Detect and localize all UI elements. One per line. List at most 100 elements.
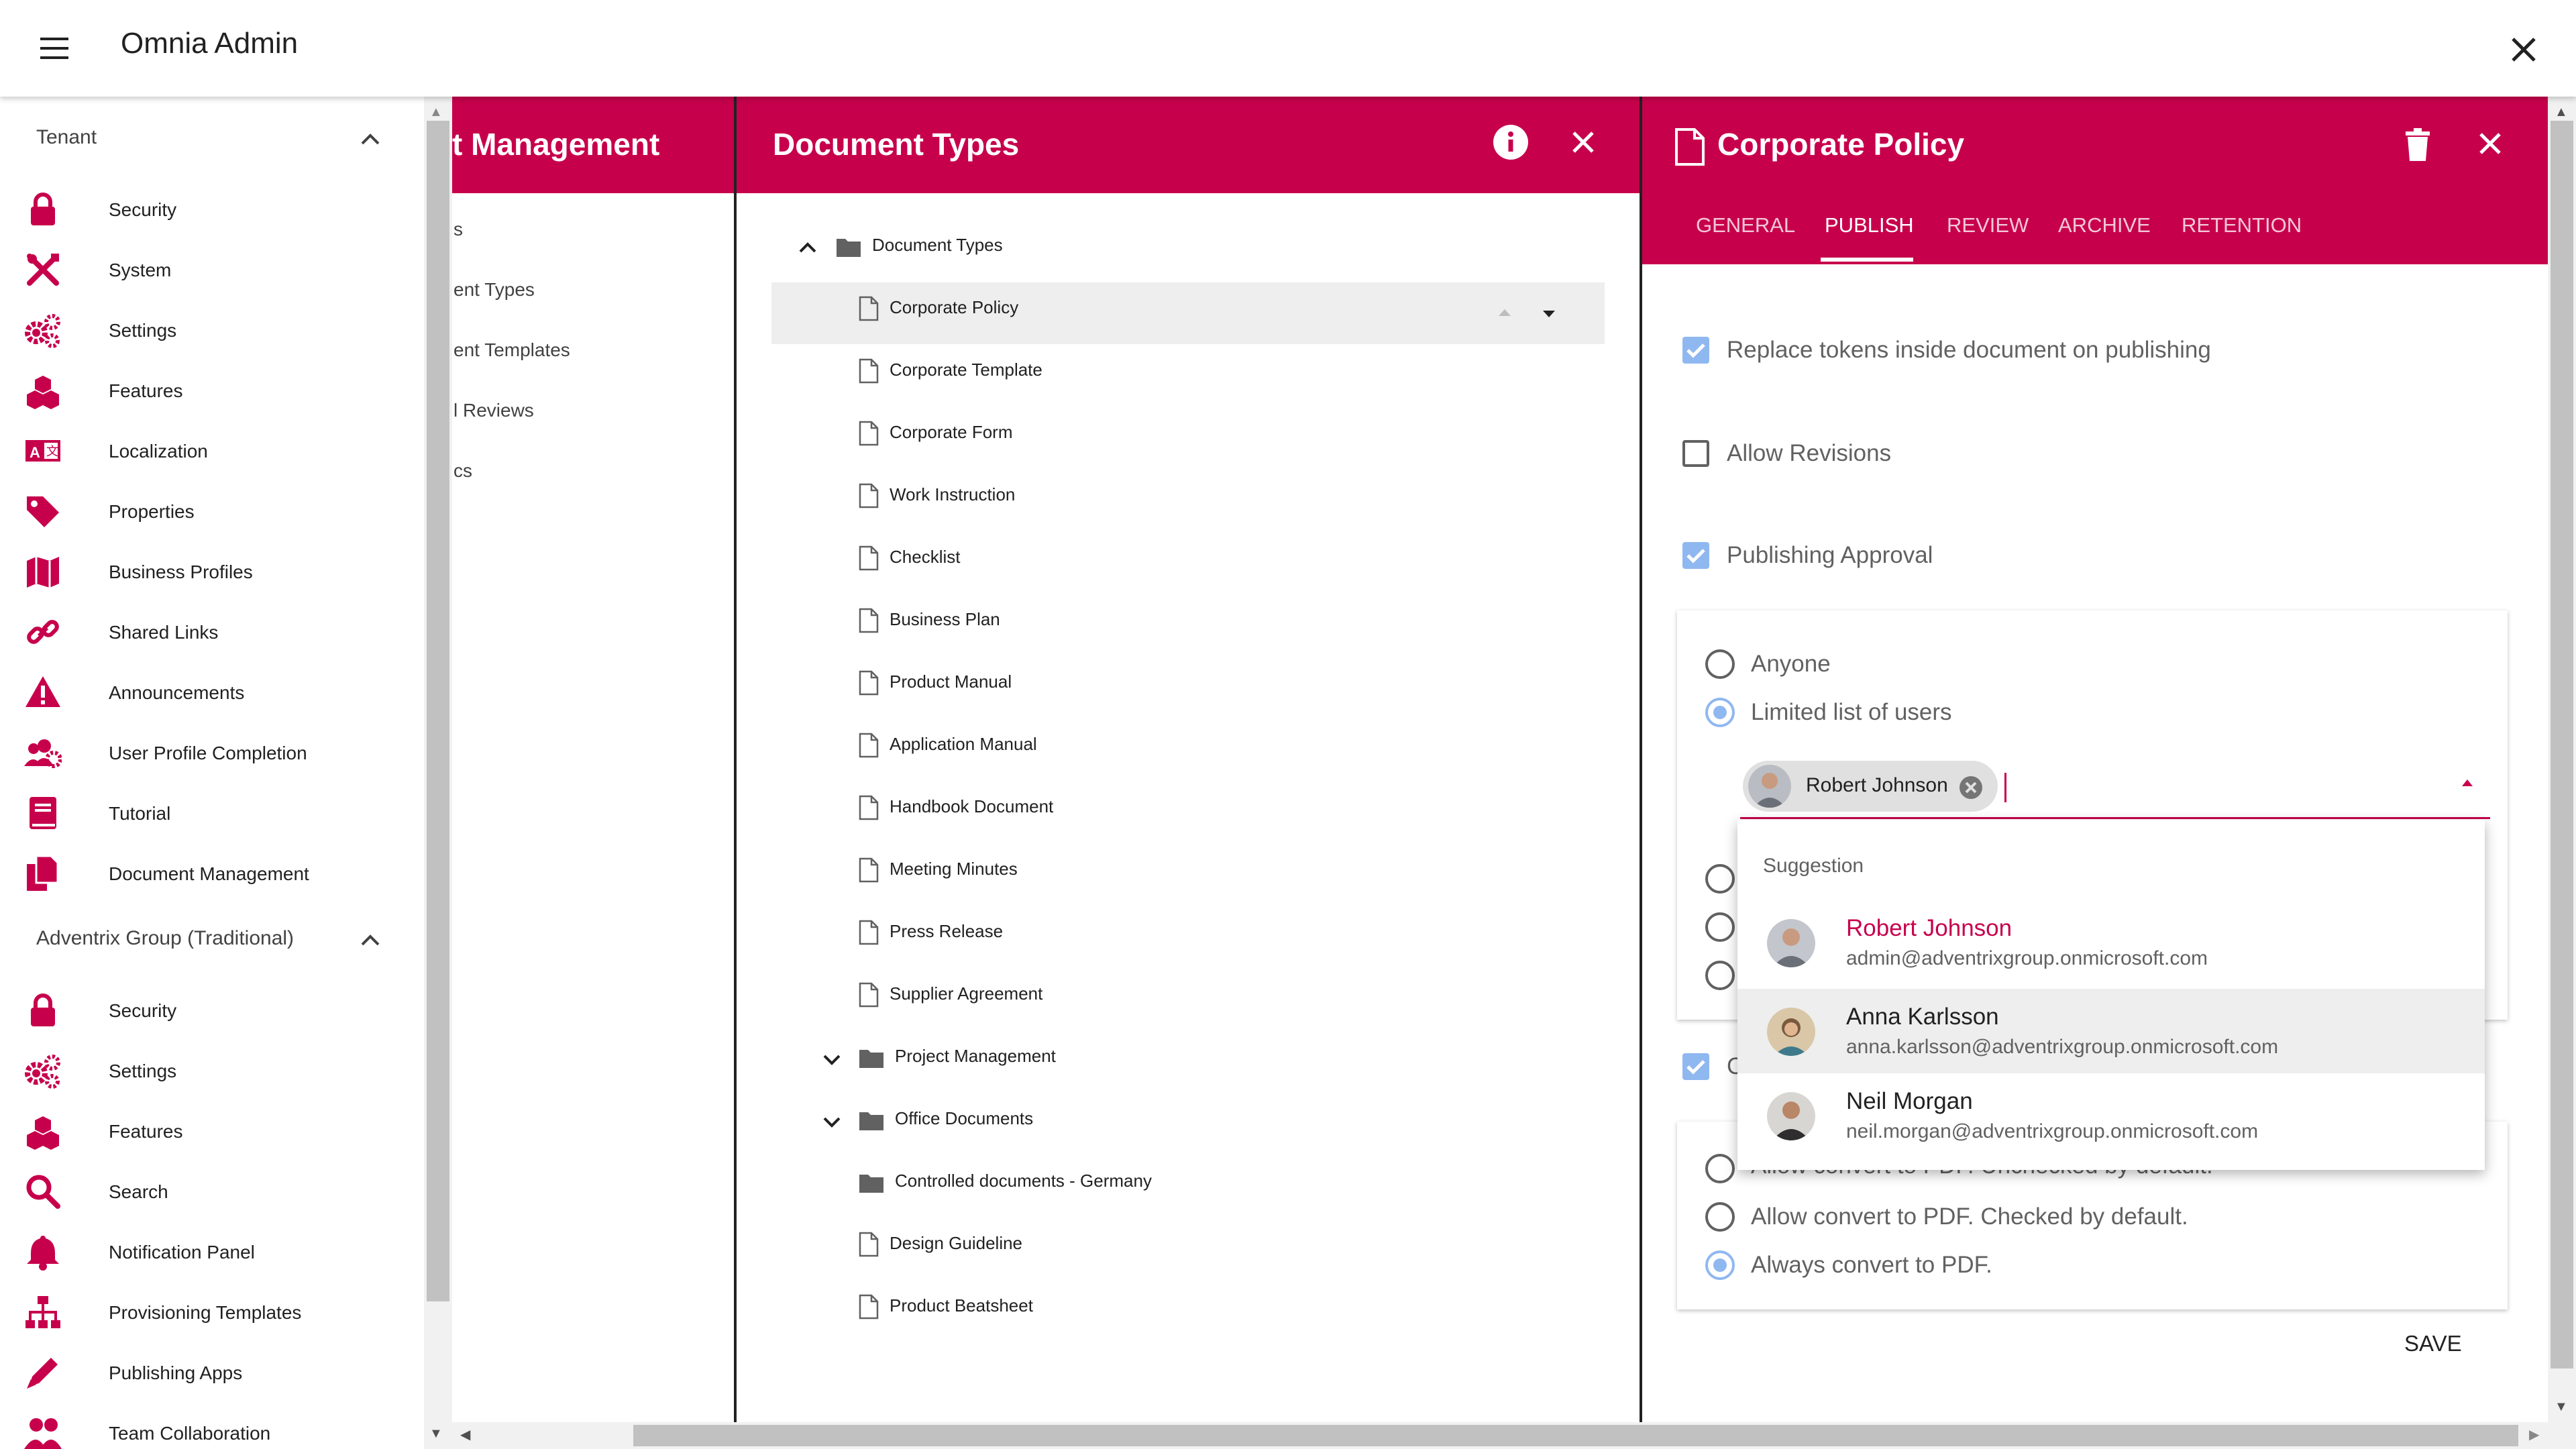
limited-users-radio[interactable] — [1705, 698, 1735, 727]
replace-tokens-checkbox[interactable] — [1682, 337, 1709, 364]
sidebar-item-notification-panel[interactable]: Notification Panel — [0, 1221, 424, 1281]
panel-menu-item[interactable]: ent Templates — [453, 339, 570, 361]
move-up-icon[interactable] — [1495, 303, 1515, 323]
sidebar-item-announcements[interactable]: Announcements — [0, 661, 424, 722]
sidebar-item-localization[interactable]: A 文 Localization — [0, 420, 424, 480]
chevron-up-icon[interactable] — [796, 236, 820, 260]
sidebar-item-business-profiles[interactable]: Business Profiles — [0, 541, 424, 601]
tree-document[interactable]: Handbook Document — [771, 782, 1670, 835]
tree-document[interactable]: Corporate Template — [771, 345, 1670, 398]
sidebar-item-features[interactable]: Features — [0, 1100, 424, 1161]
tree-document[interactable]: Work Instruction — [771, 470, 1670, 523]
suggestion-item[interactable]: Neil Morgan neil.morgan@adventrixgroup.o… — [1737, 1073, 2485, 1158]
anyone-radio[interactable] — [1705, 649, 1735, 679]
hamburger-menu-icon[interactable] — [34, 31, 76, 66]
sidebar-item-publishing-apps[interactable]: Publishing Apps — [0, 1342, 424, 1402]
approval-radio[interactable] — [1705, 864, 1735, 894]
chevron-down-icon[interactable] — [820, 1047, 844, 1071]
sidebar-item-label: Features — [109, 1121, 183, 1142]
tree-folder[interactable]: Project Management — [771, 1031, 1670, 1085]
pdf-option-radio[interactable] — [1705, 1250, 1735, 1280]
sidebar-item-provisioning-templates[interactable]: Provisioning Templates — [0, 1281, 424, 1342]
sidebar-item-label: Features — [109, 380, 183, 401]
sidebar-item-team-collaboration[interactable]: Team Collaboration — [0, 1402, 424, 1449]
tree-document[interactable]: Business Plan — [771, 594, 1670, 648]
folder-icon — [859, 1172, 884, 1193]
tab-archive[interactable]: ARCHIVE — [2058, 213, 2151, 237]
sidebar-item-properties[interactable]: Properties — [0, 480, 424, 541]
tree-document[interactable]: Supplier Agreement — [771, 969, 1670, 1022]
avatar — [1767, 919, 1815, 967]
scroll-left-arrow-icon[interactable]: ◀ — [460, 1426, 470, 1443]
tree-document[interactable]: Meeting Minutes — [771, 844, 1670, 898]
close-icon[interactable] — [2502, 28, 2545, 71]
sidebar-item-label: Tutorial — [109, 803, 171, 824]
sidebar-item-label: Announcements — [109, 682, 245, 703]
sidebar-scrollbar-thumb[interactable] — [427, 121, 449, 1301]
save-button[interactable]: SAVE — [2404, 1331, 2462, 1356]
panel-menu-item[interactable]: cs — [453, 460, 472, 482]
sidebar-item-system[interactable]: System — [0, 239, 424, 299]
tree-folder[interactable]: Controlled documents - Germany — [771, 1156, 1670, 1210]
tree-document[interactable]: Product Manual — [771, 657, 1670, 710]
sidebar-item-tutorial[interactable]: Tutorial — [0, 782, 424, 843]
replace-tokens-label: Replace tokens inside document on publis… — [1727, 337, 2211, 363]
suggestion-header: Suggestion — [1763, 855, 1864, 877]
tab-publish[interactable]: PUBLISH — [1825, 213, 1914, 237]
suggestion-item[interactable]: Anna Karlsson anna.karlsson@adventrixgro… — [1737, 989, 2485, 1073]
sidebar-item-user-profile-completion[interactable]: User Profile Completion — [0, 722, 424, 782]
sidebar-item-shared-links[interactable]: Shared Links — [0, 601, 424, 661]
horizontal-scrollbar-thumb[interactable] — [633, 1425, 2518, 1446]
tree-folder[interactable]: Office Documents — [771, 1093, 1670, 1147]
tree-document[interactable]: Checklist — [771, 532, 1670, 586]
tree-folder[interactable]: Document Types — [771, 220, 1670, 274]
tree-document[interactable]: Corporate Form — [771, 407, 1670, 461]
panel-menu-item[interactable]: l Reviews — [453, 400, 534, 421]
sidebar-item-settings[interactable]: Settings — [0, 299, 424, 360]
sidebar-item-features[interactable]: Features — [0, 360, 424, 420]
approval-radio[interactable] — [1705, 961, 1735, 990]
document-management-panel: t Management s ent Types ent Templates l… — [452, 97, 735, 1449]
chevron-down-icon[interactable] — [820, 1110, 844, 1134]
scroll-right-arrow-icon[interactable]: ▶ — [2529, 1426, 2539, 1443]
move-down-icon[interactable] — [1539, 304, 1559, 324]
tab-general[interactable]: GENERAL — [1696, 213, 1795, 237]
document-icon — [859, 545, 879, 571]
scroll-up-arrow-icon[interactable]: ▲ — [429, 105, 443, 120]
tab-review[interactable]: REVIEW — [1947, 213, 2029, 237]
info-icon[interactable] — [1492, 123, 1529, 161]
tree-document[interactable]: Press Release — [771, 906, 1670, 960]
close-icon[interactable] — [1567, 126, 1599, 158]
scroll-down-arrow-icon[interactable]: ▼ — [429, 1426, 443, 1442]
panel-menu-item[interactable]: s — [453, 219, 463, 240]
chevron-up-icon[interactable] — [356, 926, 385, 955]
convert-to-pdf-checkbox[interactable] — [1682, 1053, 1709, 1080]
gears-icon — [24, 1052, 62, 1089]
pdf-option-radio[interactable] — [1705, 1202, 1735, 1232]
pen-icon — [24, 1354, 62, 1391]
publishing-approval-checkbox[interactable] — [1682, 542, 1709, 569]
allow-revisions-checkbox[interactable] — [1682, 440, 1709, 467]
suggestion-item[interactable]: Robert Johnson admin@adventrixgroup.onmi… — [1737, 900, 2485, 985]
sidebar-item-security[interactable]: Security — [0, 178, 424, 239]
pdf-option-radio[interactable] — [1705, 1154, 1735, 1183]
tab-retention[interactable]: RETENTION — [2182, 213, 2302, 237]
close-icon[interactable] — [2474, 127, 2506, 160]
sidebar-item-document-management[interactable]: Document Management — [0, 843, 424, 903]
tree-document[interactable]: Corporate Policy — [771, 282, 1605, 344]
chevron-up-icon[interactable] — [356, 125, 385, 154]
sidebar-item-settings[interactable]: Settings — [0, 1040, 424, 1100]
tree-document[interactable]: Design Guideline — [771, 1218, 1670, 1272]
tree-document[interactable]: Product Beatsheet — [771, 1281, 1670, 1334]
delete-icon[interactable] — [2403, 127, 2432, 162]
corporate-policy-header — [1642, 97, 2548, 264]
scroll-up-arrow-icon[interactable]: ▲ — [2555, 105, 2568, 120]
scroll-down-arrow-icon[interactable]: ▼ — [2555, 1399, 2568, 1415]
tree-document[interactable]: Application Manual — [771, 719, 1670, 773]
sidebar-item-search[interactable]: Search — [0, 1161, 424, 1221]
panel-menu-item[interactable]: ent Types — [453, 279, 535, 301]
user-search-input[interactable] — [1740, 759, 2490, 817]
panel-scrollbar-thumb[interactable] — [2551, 121, 2573, 1368]
approval-radio[interactable] — [1705, 912, 1735, 942]
sidebar-item-security[interactable]: Security — [0, 979, 424, 1040]
